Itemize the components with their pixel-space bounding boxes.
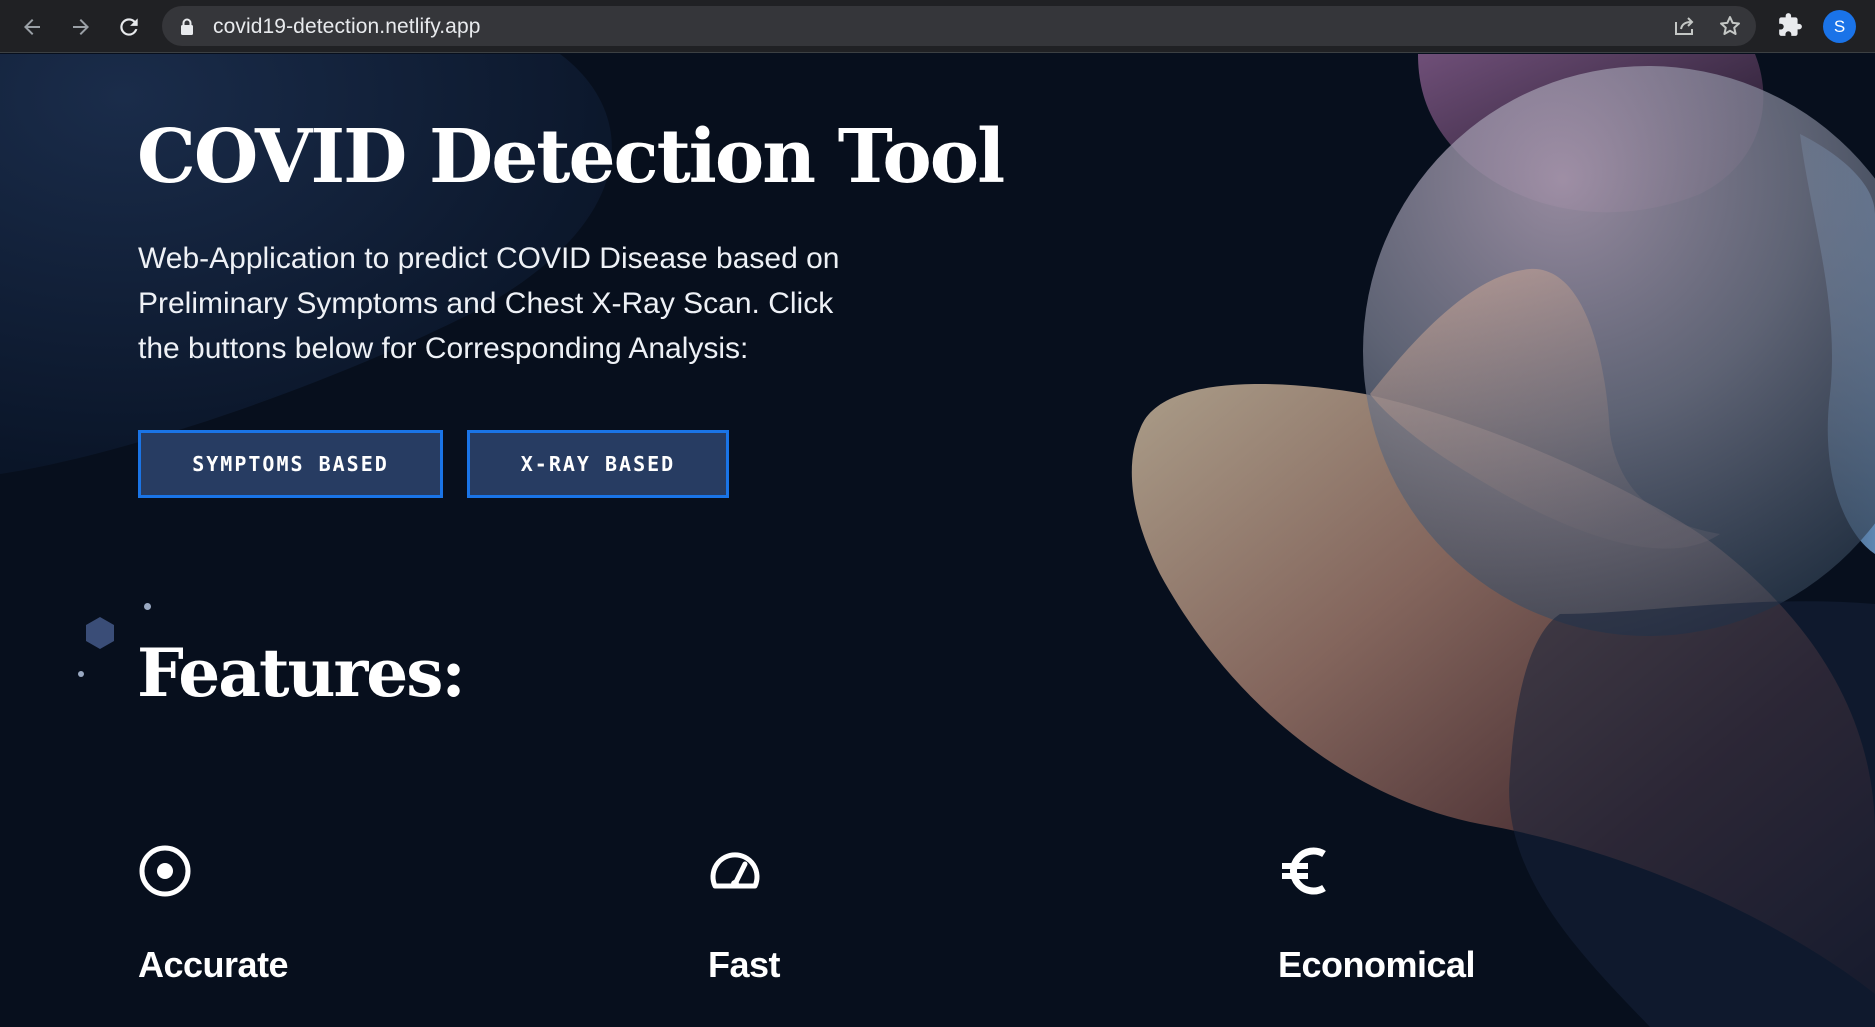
star-icon[interactable]	[1718, 14, 1742, 38]
reload-icon	[120, 18, 138, 36]
speedometer-icon	[710, 852, 760, 889]
decorative-dot	[78, 671, 84, 677]
reload-button[interactable]	[114, 12, 144, 42]
forward-arrow-icon	[73, 19, 89, 35]
euro-icon	[1282, 847, 1326, 895]
browser-toolbar: covid19-detection.netlify.app S	[0, 0, 1875, 53]
lock-icon	[181, 18, 193, 35]
back-button[interactable]	[17, 12, 47, 42]
hero-description: Web-Application to predict COVID Disease…	[138, 242, 840, 365]
page-viewport: COVID Detection Tool Web-Application to …	[0, 54, 1875, 1027]
features-heading: Features:	[137, 634, 466, 712]
symptoms-based-button[interactable]: SYMPTOMS BASED	[138, 430, 443, 498]
share-icon[interactable]	[1672, 14, 1696, 38]
decorative-hexagon	[86, 617, 114, 649]
xray-based-button[interactable]: X-RAY BASED	[467, 430, 729, 498]
extensions-puzzle-icon[interactable]	[1777, 12, 1803, 38]
back-arrow-icon	[24, 19, 40, 35]
profile-avatar[interactable]: S	[1823, 10, 1856, 43]
page-title: COVID Detection Tool	[137, 114, 1005, 200]
address-bar[interactable]: covid19-detection.netlify.app	[162, 6, 1756, 46]
forward-button[interactable]	[66, 12, 96, 42]
feature-name: Fast	[708, 944, 781, 985]
url-text[interactable]: covid19-detection.netlify.app	[213, 15, 481, 39]
target-icon	[139, 845, 191, 897]
decorative-dot	[144, 603, 151, 610]
feature-name: Accurate	[138, 944, 289, 985]
feature-name: Economical	[1278, 944, 1476, 985]
